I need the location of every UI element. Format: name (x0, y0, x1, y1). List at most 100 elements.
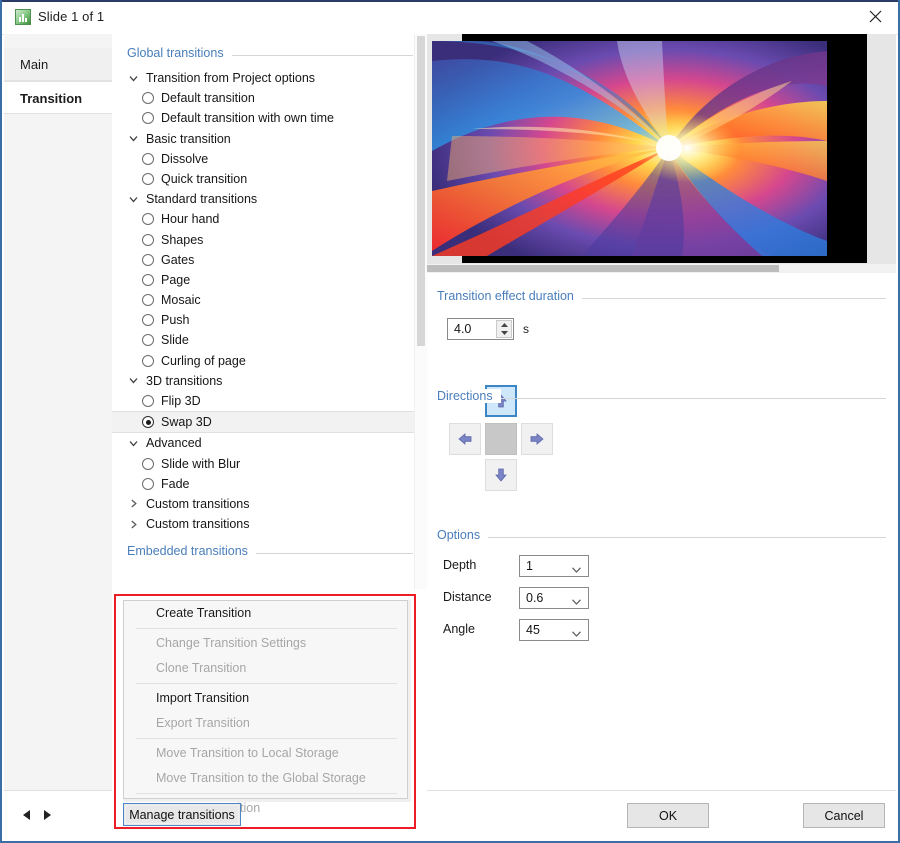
radio-button-icon[interactable] (142, 416, 154, 429)
transition-option-label: Shapes (161, 232, 204, 247)
chevron-down-icon[interactable] (127, 433, 139, 453)
preview-scrollbar-thumb[interactable] (427, 265, 779, 272)
chevron-down-icon[interactable] (127, 129, 139, 149)
caret-down-icon[interactable] (497, 329, 511, 337)
chevron-down-icon[interactable] (127, 189, 139, 209)
radio-button-icon[interactable] (142, 457, 154, 470)
option-select-angle[interactable]: 45 (519, 619, 589, 641)
chevron-down-icon[interactable] (572, 594, 581, 608)
options-heading: Options (437, 528, 886, 546)
duration-input[interactable]: 4.0 (447, 318, 514, 340)
transition-option-page[interactable]: Page (112, 270, 427, 290)
option-select-depth[interactable]: 1 (519, 555, 589, 577)
radio-button-icon[interactable] (142, 354, 154, 367)
transition-option-dissolve[interactable]: Dissolve (112, 149, 427, 169)
transition-group-3d-transitions[interactable]: 3D transitions (112, 371, 427, 391)
option-select-distance[interactable]: 0.6 (519, 587, 589, 609)
triangle-right-icon[interactable] (40, 808, 54, 822)
option-value-angle: 45 (526, 623, 540, 637)
chevron-down-icon[interactable] (572, 626, 581, 640)
transition-option-label: Slide with Blur (161, 456, 241, 471)
radio-button-icon[interactable] (142, 395, 154, 407)
tab-main[interactable]: Main (4, 48, 112, 81)
chevron-right-icon[interactable] (127, 514, 139, 534)
transition-option-mosaic[interactable]: Mosaic (112, 290, 427, 310)
transition-option-label: Mosaic (161, 293, 201, 308)
arrow-left-icon (458, 433, 472, 445)
transition-group-label: Basic transition (146, 131, 231, 146)
nav-arrows (4, 790, 112, 839)
radio-button-icon[interactable] (142, 92, 154, 105)
transitions-scrollbar[interactable] (414, 34, 427, 589)
transition-group-transition-from-project-options[interactable]: Transition from Project options (112, 68, 427, 88)
radio-button-icon[interactable] (142, 172, 154, 185)
direction-center-button[interactable] (485, 423, 517, 455)
transition-option-slide-with-blur[interactable]: Slide with Blur (112, 454, 427, 474)
highlight-annotation-box (114, 594, 416, 829)
duration-heading: Transition effect duration (437, 289, 886, 307)
transition-option-label: Dissolve (161, 151, 209, 166)
duration-stepper[interactable] (496, 320, 512, 338)
duration-unit-label: s (523, 322, 529, 336)
transition-group-advanced[interactable]: Advanced (112, 433, 427, 453)
option-value-depth: 1 (526, 559, 533, 573)
chevron-down-icon[interactable] (572, 562, 581, 576)
transition-option-quick-transition[interactable]: Quick transition (112, 169, 427, 189)
radio-button-icon[interactable] (142, 253, 154, 266)
transition-option-label: Default transition (161, 91, 255, 106)
direction-left-button[interactable] (449, 423, 481, 455)
transition-option-curling-of-page[interactable]: Curling of page (112, 351, 427, 371)
tab-rail-filler (4, 149, 112, 839)
arrow-down-icon (495, 468, 507, 482)
transition-option-hour-hand[interactable]: Hour hand (112, 209, 427, 229)
arrow-right-icon (530, 433, 544, 445)
transition-option-gates[interactable]: Gates (112, 250, 427, 270)
manage-transitions-button[interactable]: Manage transitions (123, 803, 241, 826)
transition-option-label: Page (161, 272, 191, 287)
radio-button-icon[interactable] (142, 213, 154, 226)
transition-option-shapes[interactable]: Shapes (112, 230, 427, 250)
transition-group-basic-transition[interactable]: Basic transition (112, 129, 427, 149)
tab-transition-label: Transition (20, 91, 83, 106)
triangle-left-icon[interactable] (20, 808, 34, 822)
transition-option-label: Default transition with own time (161, 111, 334, 126)
radio-button-icon[interactable] (142, 152, 154, 165)
radio-button-icon[interactable] (142, 273, 154, 286)
chevron-right-icon[interactable] (127, 494, 139, 514)
close-icon[interactable] (852, 0, 898, 33)
transitions-scroll-area: Global transitions Transition from Proje… (112, 34, 427, 589)
transition-option-default-transition[interactable]: Default transition (112, 88, 427, 108)
radio-button-icon[interactable] (142, 112, 154, 125)
title-bar-accent-strip (2, 0, 898, 2)
title-bar: Slide 1 of 1 (2, 0, 898, 35)
transition-group-custom-transitions[interactable]: Custom transitions (112, 514, 427, 534)
radio-button-icon[interactable] (142, 477, 154, 490)
transition-option-push[interactable]: Push (112, 310, 427, 330)
caret-up-icon[interactable] (497, 321, 511, 329)
window-title: Slide 1 of 1 (38, 9, 105, 24)
radio-button-icon[interactable] (142, 233, 154, 246)
direction-down-button[interactable] (485, 459, 517, 491)
transition-option-default-transition-with-own-time[interactable]: Default transition with own time (112, 108, 427, 128)
cancel-button[interactable]: Cancel (803, 803, 885, 828)
transition-option-flip-3d[interactable]: Flip 3D (112, 391, 427, 411)
transition-group-label: Custom transitions (146, 496, 250, 511)
chevron-down-icon[interactable] (127, 371, 139, 391)
transition-group-custom-transitions[interactable]: Custom transitions (112, 494, 427, 514)
transitions-scrollbar-thumb[interactable] (417, 36, 425, 346)
transition-option-label: Fade (161, 476, 190, 491)
ok-button[interactable]: OK (627, 803, 709, 828)
preview-horizontal-scrollbar[interactable] (427, 264, 896, 273)
transition-group-standard-transitions[interactable]: Standard transitions (112, 189, 427, 209)
transition-option-slide[interactable]: Slide (112, 330, 427, 350)
transition-option-label: Push (161, 313, 190, 328)
transition-option-swap-3d[interactable]: Swap 3D (112, 411, 425, 434)
transition-option-label: Swap 3D (161, 415, 212, 430)
radio-button-icon[interactable] (142, 334, 154, 347)
radio-button-icon[interactable] (142, 314, 154, 327)
tab-transition[interactable]: Transition (4, 81, 113, 114)
transition-option-fade[interactable]: Fade (112, 474, 427, 494)
chevron-down-icon[interactable] (127, 68, 139, 88)
radio-button-icon[interactable] (142, 294, 154, 307)
direction-right-button[interactable] (521, 423, 553, 455)
